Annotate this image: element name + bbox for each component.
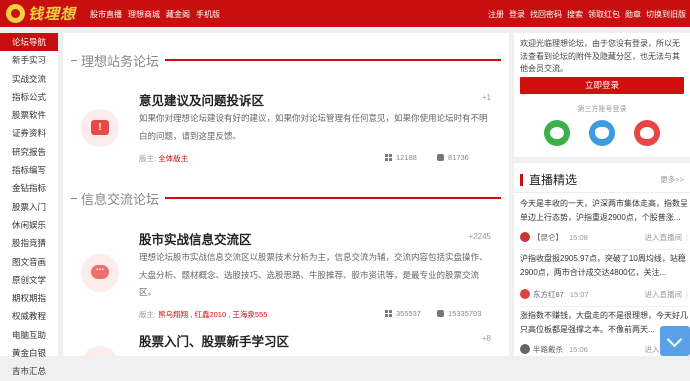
enter-live-room-link[interactable]: 进入直播间 <box>645 232 688 243</box>
third-party-label: 第三方账号登录 <box>577 106 627 113</box>
post-author[interactable]: 东方红87 <box>533 289 564 300</box>
post-time: 15:06 <box>569 344 588 354</box>
sidebar-item[interactable]: 实战交流 <box>0 70 58 88</box>
section-divider <box>165 197 501 199</box>
forum-title-link[interactable]: 股票入门、股票新手学习区 <box>139 331 289 350</box>
sidebar-item[interactable]: 股指竞猜 <box>0 234 58 252</box>
section-header: 信息交流论坛 <box>71 188 501 208</box>
live-post-text[interactable]: 今天是丰收的一天，沪深两市集体走高，指数呈单边上行态势，沪指重返2900点，个股… <box>520 197 688 225</box>
sidebar-item[interactable]: 黄金白银 <box>0 344 58 362</box>
enter-live-room-link[interactable]: 进入直播间 <box>645 289 688 300</box>
sidebar-item[interactable]: 证券资料 <box>0 124 58 142</box>
forum-title-link[interactable]: 股市实战信息交流区 <box>139 229 252 248</box>
posts-icon <box>437 310 444 317</box>
topics-icon <box>385 310 392 317</box>
sidebar-item[interactable]: 图文音画 <box>0 253 58 271</box>
live-post-meta: 【昆仑】 15:08 进入直播间 <box>520 231 688 243</box>
forum-main: 理想站务论坛 意见建议及问题投诉区 +1 如果你对理想论坛建设有好的建议，如果你… <box>63 33 509 356</box>
posts-icon <box>437 154 444 161</box>
chat-forum-icon <box>81 254 119 292</box>
sidebar-item[interactable]: 金钻指标 <box>0 179 58 197</box>
login-link[interactable]: 登录 <box>509 9 525 20</box>
forum-description: 如果你对理想论坛建设有好的建议，如果你对论坛管理有任何意见，如果你使用论坛时有不… <box>139 113 488 141</box>
forum-block: 意见建议及问题投诉区 +1 如果你对理想论坛建设有好的建议，如果你对论坛管理有任… <box>71 81 501 169</box>
sidebar-item[interactable]: 吉市汇总 <box>0 362 58 380</box>
qq-login-icon[interactable] <box>589 120 615 146</box>
section-title: 理想站务论坛 <box>81 53 160 69</box>
nav-stock-live[interactable]: 股市直播 <box>90 9 122 20</box>
section-title: 信息交流论坛 <box>81 191 160 207</box>
nav-shop[interactable]: 理想商城 <box>128 9 160 20</box>
scroll-down-chevron-icon[interactable] <box>660 326 690 356</box>
weibo-login-icon[interactable] <box>634 120 660 146</box>
avatar <box>520 289 530 299</box>
topics-icon <box>385 154 392 161</box>
welcome-text: 欢迎光临理想论坛，由于您没有登录，所以无法查看到论坛的附件及隐藏分区，也无法与其… <box>520 39 680 73</box>
post-time: 15:08 <box>569 232 588 242</box>
sidebar-item[interactable]: 指标公式 <box>0 88 58 106</box>
post-author[interactable]: 【昆仑】 <box>533 232 563 243</box>
sidebar-item[interactable]: 研究报告 <box>0 143 58 161</box>
wechat-login-icon[interactable] <box>544 120 570 146</box>
sidebar-item[interactable]: 原创文学 <box>0 271 58 289</box>
forum-sidebar: 论坛导航 新手实习 实战交流 指标公式 股票软件 证券资料 研究报告 指标编写 … <box>0 33 58 376</box>
learning-forum-icon <box>81 346 119 356</box>
live-post-text[interactable]: 沪指收盘报2905.97点，突破了10周均线，站稳2900点，两市合计成交达48… <box>520 252 688 280</box>
medal-menu[interactable]: 勋章 <box>625 9 641 20</box>
feedback-forum-icon <box>81 109 119 147</box>
moderator-link[interactable]: 全体版主 <box>158 154 188 163</box>
sidebar-item[interactable]: 权威教程 <box>0 307 58 325</box>
forum-title-link[interactable]: 意见建议及问题投诉区 <box>139 90 264 109</box>
post-count: 81736 <box>437 153 469 162</box>
avatar <box>520 344 530 354</box>
forum-description: 理想论坛股市实战信息交流区以股票技术分析为主，信息交流为辅，交流内容包括实盘操作… <box>139 252 488 297</box>
forum-new-count: +2245 <box>468 232 491 241</box>
logo-text: 钱理想 <box>28 5 77 23</box>
top-user-links: 注册 登录 找回密码 搜索 领取红包 勋章 切换到旧版 <box>488 9 686 20</box>
sidebar-item[interactable]: 新手实习 <box>0 51 58 69</box>
site-logo[interactable]: 钱理想 <box>6 3 76 24</box>
logo-coin-icon <box>6 4 25 23</box>
section-header: 理想站务论坛 <box>71 50 501 70</box>
old-version-link[interactable]: 切换到旧版 <box>646 9 686 20</box>
nav-cangjinge[interactable]: 藏金阁 <box>166 9 190 20</box>
sidebar-item[interactable]: 股票软件 <box>0 106 58 124</box>
forum-moderators: 版主: 全体版主 <box>139 154 189 163</box>
login-now-button[interactable]: 立即登录 <box>520 77 684 94</box>
topic-count: 12188 <box>385 153 417 162</box>
forum-new-count: +8 <box>481 334 491 343</box>
sidebar-item[interactable]: 休闲娱乐 <box>0 216 58 234</box>
register-link[interactable]: 注册 <box>488 9 504 20</box>
moderator-link[interactable]: 熊乌翔翔 , 红鑫2010 , 王海泉555 <box>158 310 267 319</box>
nav-mobile[interactable]: 手机版 <box>196 9 220 20</box>
post-time: 15:07 <box>569 289 589 299</box>
post-author[interactable]: 半路戴杀 <box>533 344 563 355</box>
forum-block: 股市实战信息交流区 +2245 理想论坛股市实战信息交流区以股票技术分析为主，信… <box>71 220 501 324</box>
sidebar-item-nav[interactable]: 论坛导航 <box>0 33 58 52</box>
live-post-meta: 东方红87 15:07 进入直播间 <box>520 288 688 300</box>
recover-password-link[interactable]: 找回密码 <box>530 9 562 20</box>
top-nav: 股市直播 理想商城 藏金阁 手机版 <box>90 9 220 20</box>
live-more-link[interactable]: 更多>> <box>660 174 684 185</box>
login-panel: 欢迎光临理想论坛，由于您没有登录，所以无法查看到论坛的附件及隐藏分区，也无法与其… <box>514 33 690 157</box>
forum-block: 股票入门、股票新手学习区 +8 <box>71 326 501 356</box>
sidebar-item[interactable]: 股票入门 <box>0 198 58 216</box>
sidebar-item[interactable]: 指标编写 <box>0 161 58 179</box>
forum-new-count: +1 <box>481 93 491 102</box>
sidebar-item[interactable]: 电脑互助 <box>0 326 58 344</box>
forum-moderators: 版主: 熊乌翔翔 , 红鑫2010 , 王海泉555 <box>139 310 268 319</box>
live-picks-header: 直播精选 <box>520 171 577 188</box>
section-divider <box>165 59 501 61</box>
avatar <box>520 232 530 242</box>
topic-count: 355537 <box>385 309 421 318</box>
search-link[interactable]: 搜索 <box>567 9 583 20</box>
live-picks-title: 直播精选 <box>529 173 578 187</box>
post-count: 15335703 <box>437 309 481 318</box>
sidebar-item[interactable]: 期权期指 <box>0 289 58 307</box>
top-header-bar: 钱理想 股市直播 理想商城 藏金阁 手机版 注册 登录 找回密码 搜索 领取红包… <box>0 0 690 27</box>
red-packet-link[interactable]: 领取红包 <box>588 9 620 20</box>
